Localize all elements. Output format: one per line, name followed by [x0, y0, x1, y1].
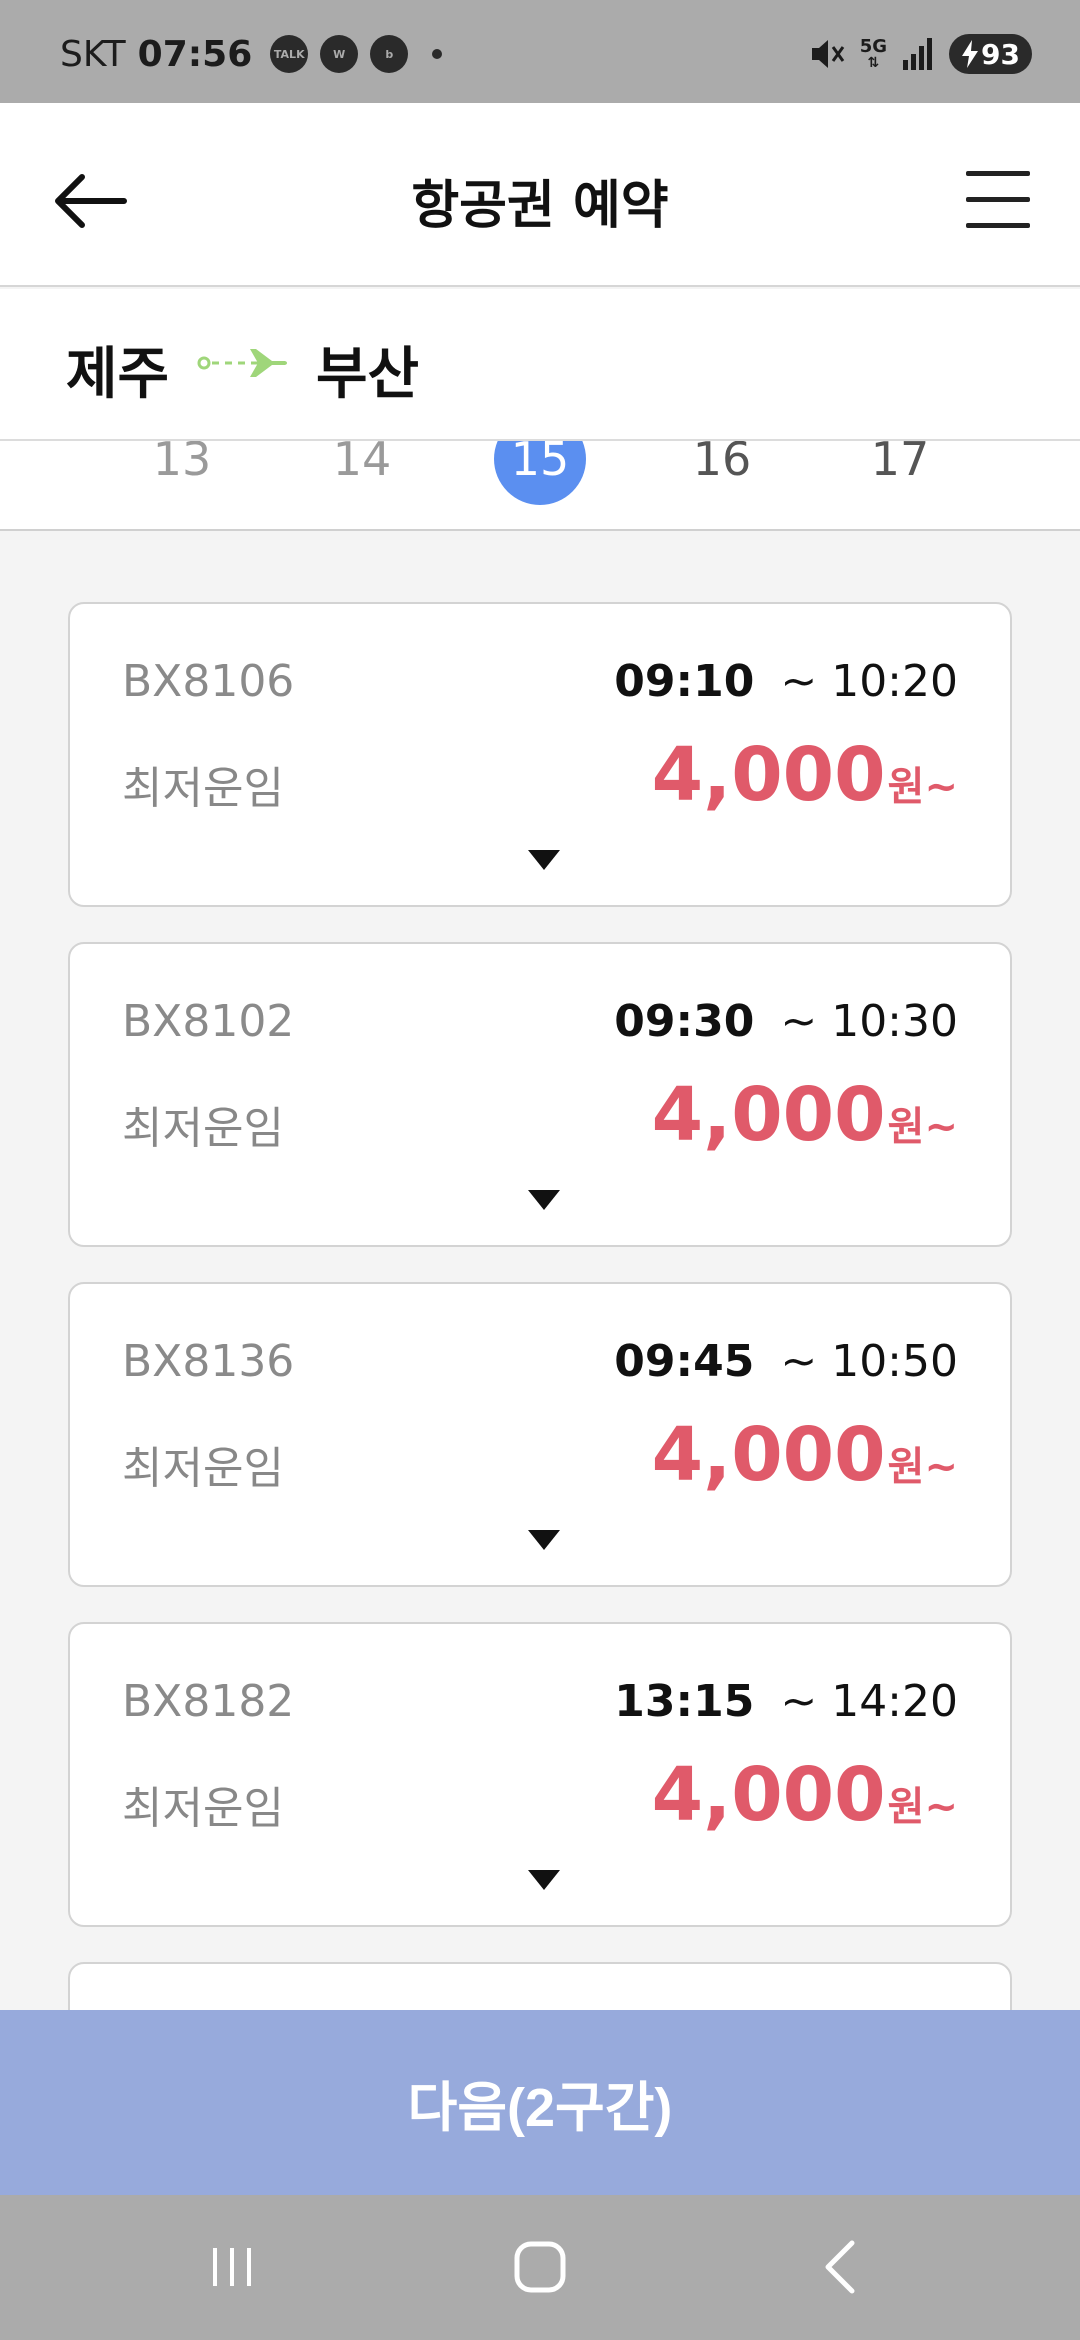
date-item[interactable]: 16: [676, 441, 768, 505]
departure-time: 09:10: [614, 656, 755, 707]
flight-card[interactable]: BX8102 09:30 ~ 10:30 최저운임 4,000 원~: [68, 942, 1012, 1247]
recent-apps-button[interactable]: [192, 2231, 272, 2303]
fare-amount: 4,000: [651, 732, 886, 818]
flight-times: 09:45 ~ 10:50: [614, 1336, 958, 1387]
fare-amount: 4,000: [651, 1752, 886, 1838]
fare-unit: 원~: [887, 1784, 958, 1830]
flight-number: BX8182: [122, 1676, 295, 1727]
expand-triangle-icon[interactable]: [528, 1530, 560, 1550]
network-type-label: 5G: [859, 36, 888, 57]
system-nav-bar: [0, 2195, 1080, 2340]
route-arrow-icon: [197, 349, 287, 377]
flight-card[interactable]: BX8136 09:45 ~ 10:50 최저운임 4,000 원~: [68, 1282, 1012, 1587]
recent-apps-icon: [213, 2248, 251, 2286]
arrival-time: ~ 10:30: [780, 996, 958, 1047]
signal-icon: [903, 38, 933, 70]
flight-times: 13:15 ~ 14:20: [614, 1676, 958, 1727]
flight-card[interactable]: BX8106 09:10 ~ 10:20 최저운임 4,000 원~: [68, 602, 1012, 907]
status-time: 07:56: [137, 33, 253, 75]
app-b-icon: b: [370, 35, 409, 73]
arrival-time: ~ 10:20: [780, 656, 958, 707]
date-strip: 13 14 15 16 17: [0, 441, 1080, 531]
menu-button[interactable]: [960, 165, 1032, 237]
fare-label: 최저운임: [122, 763, 284, 814]
fare-label: 최저운임: [122, 1783, 284, 1834]
hamburger-icon: [966, 171, 1030, 176]
flight-card[interactable]: BX8182 13:15 ~ 14:20 최저운임 4,000 원~: [68, 1622, 1012, 1927]
date-item[interactable]: 17: [854, 441, 946, 505]
departure-time: 09:30: [614, 996, 755, 1047]
fare-price: 4,000 원~: [652, 1072, 958, 1158]
route-bar: 제주 부산: [0, 289, 1080, 441]
date-item[interactable]: 14: [316, 441, 408, 505]
fare-unit: 원~: [887, 1444, 958, 1490]
app-header: 항공권 예약: [0, 103, 1080, 287]
network-type-icon: 5G ⇅: [859, 36, 888, 71]
flight-number: BX8106: [122, 656, 295, 707]
expand-triangle-icon[interactable]: [528, 1870, 560, 1890]
date-item[interactable]: 13: [136, 441, 228, 505]
fare-label: 최저운임: [122, 1443, 284, 1494]
fare-unit: 원~: [887, 1104, 958, 1150]
flight-card-partial[interactable]: [68, 1962, 1012, 2010]
chevron-left-icon: [825, 2240, 855, 2294]
fare-unit: 원~: [887, 764, 958, 810]
departure-time: 13:15: [614, 1676, 755, 1727]
fare-price: 4,000 원~: [652, 732, 958, 818]
route-origin: 제주: [66, 342, 170, 407]
flight-number: BX8136: [122, 1336, 295, 1387]
date-item-selected[interactable]: 15: [494, 441, 586, 505]
mute-icon: [811, 40, 844, 68]
page-title: 항공권 예약: [411, 176, 669, 236]
battery-level: 93: [981, 37, 1020, 71]
next-button[interactable]: 다음(2구간): [0, 2010, 1080, 2195]
flight-times: 09:30 ~ 10:30: [614, 996, 958, 1047]
arrival-time: ~ 10:50: [780, 1336, 958, 1387]
fare-amount: 4,000: [651, 1072, 886, 1158]
charging-bolt-icon: [962, 40, 979, 68]
status-right: 5G ⇅ 93: [806, 30, 1032, 78]
system-back-button[interactable]: [800, 2231, 880, 2303]
status-left: SKT 07:56 TALK W b: [60, 30, 443, 78]
flight-list: BX8106 09:10 ~ 10:20 최저운임 4,000 원~ BX810…: [0, 533, 1080, 2010]
departure-time: 09:45: [614, 1336, 755, 1387]
flight-number: BX8102: [122, 996, 295, 1047]
more-notifications-dot-icon: [432, 49, 443, 59]
route-destination: 부산: [316, 342, 420, 407]
kakaotalk-icon: TALK: [270, 35, 309, 73]
fare-price: 4,000 원~: [652, 1412, 958, 1498]
fare-amount: 4,000: [651, 1412, 886, 1498]
expand-triangle-icon[interactable]: [528, 850, 560, 870]
flight-times: 09:10 ~ 10:20: [614, 656, 958, 707]
home-icon: [514, 2241, 566, 2293]
carrier-label: SKT: [60, 33, 126, 75]
fare-price: 4,000 원~: [652, 1752, 958, 1838]
fare-label: 최저운임: [122, 1103, 284, 1154]
arrival-time: ~ 14:20: [780, 1676, 958, 1727]
app-w-icon: W: [320, 35, 359, 73]
battery-indicator: 93: [949, 34, 1032, 74]
status-bar: SKT 07:56 TALK W b 5G ⇅ 93: [0, 0, 1080, 103]
expand-triangle-icon[interactable]: [528, 1190, 560, 1210]
home-button[interactable]: [500, 2231, 580, 2303]
